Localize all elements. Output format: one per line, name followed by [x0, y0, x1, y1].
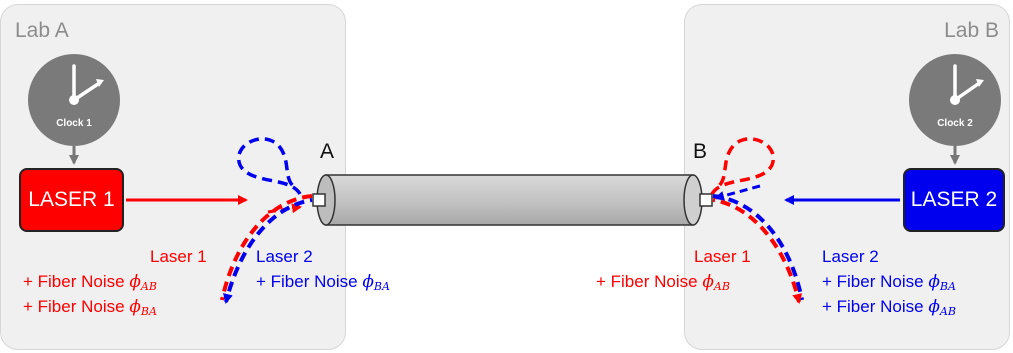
- fiber-cylinder: [312, 174, 713, 226]
- laser-2-box: LASER 2: [903, 168, 1005, 232]
- right-laser1-title: Laser 1: [694, 247, 751, 266]
- left-laser2-noise-ba: + Fiber Noise ϕBA: [256, 272, 390, 293]
- right-red-loop: [710, 137, 776, 196]
- clock-2-icon: Clock 2: [909, 54, 1001, 146]
- laser-1-box: LASER 1: [19, 168, 124, 232]
- left-laser1-title: Laser 1: [150, 247, 207, 266]
- left-laser1-noise-ba: + Fiber Noise ϕBA: [23, 297, 157, 318]
- left-laser2-title: Laser 2: [256, 247, 313, 266]
- laser-1-label: LASER 1: [28, 188, 115, 211]
- clock-1-label: Clock 1: [56, 118, 92, 129]
- right-laser1-noise-ab: + Fiber Noise ϕAB: [596, 272, 730, 293]
- left-blue-loop: [236, 137, 302, 196]
- laser-2-label: LASER 2: [910, 188, 998, 211]
- port-a-label: A: [320, 140, 335, 163]
- clock-1-icon: Clock 1: [28, 54, 120, 146]
- port-b-label: B: [693, 140, 708, 163]
- clock-2-label: Clock 2: [937, 118, 973, 129]
- right-laser2-noise-ab: + Fiber Noise ϕAB: [822, 297, 956, 318]
- right-laser2-title: Laser 2: [822, 247, 879, 266]
